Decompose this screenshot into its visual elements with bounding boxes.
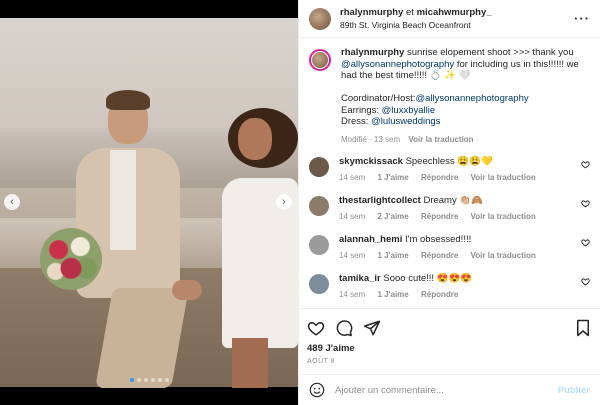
coordinator-label: Coordinator/Host: xyxy=(341,93,416,104)
chevron-left-icon[interactable]: ‹ xyxy=(4,194,20,210)
comment-age: 14 sem xyxy=(339,173,366,182)
comment-row: alannah_hemi I'm obsessed!!!! 14 sem 1 J… xyxy=(309,234,590,262)
comment-translate-link[interactable]: Voir la traduction xyxy=(471,212,536,221)
avatar[interactable] xyxy=(309,49,331,71)
likes-count[interactable]: 489 J'aime xyxy=(307,343,592,354)
comment-row: tamika_ir Sooo cute!!! 😍😍😍 14 sem 1 J'ai… xyxy=(309,273,590,301)
carousel-dot xyxy=(157,378,162,382)
reply-link[interactable]: Répondre xyxy=(421,173,458,182)
share-icon[interactable] xyxy=(363,319,381,337)
comment-likes[interactable]: 1 J'aime xyxy=(377,290,408,299)
comment-username[interactable]: skymckissack xyxy=(339,156,403,167)
action-bar: 489 J'aime AOÛT 8 xyxy=(299,308,600,365)
avatar[interactable] xyxy=(309,274,329,294)
chevron-right-icon[interactable]: › xyxy=(276,194,292,210)
post-side-panel: rhalynmurphy et micahwmurphy_ 89th St. V… xyxy=(298,0,600,405)
comment-username[interactable]: thestarlightcollect xyxy=(339,195,421,206)
comment-likes[interactable]: 2 J'aime xyxy=(377,212,408,221)
comment-age: 14 sem xyxy=(339,212,366,221)
reply-link[interactable]: Répondre xyxy=(421,290,458,299)
groom-hair xyxy=(106,90,150,110)
heart-icon[interactable] xyxy=(307,319,325,337)
bookmark-icon[interactable] xyxy=(574,319,592,337)
reply-link[interactable]: Répondre xyxy=(421,212,458,221)
heart-icon[interactable] xyxy=(581,277,590,286)
caption-username[interactable]: rhalynmurphy xyxy=(341,47,404,58)
avatar[interactable] xyxy=(309,235,329,255)
earrings-label: Earrings: xyxy=(341,104,380,116)
caption-mention[interactable]: @allysonannephotography xyxy=(341,59,454,70)
comment-icon[interactable] xyxy=(335,319,353,337)
dress-mention[interactable]: @lulusweddings xyxy=(371,116,440,127)
carousel-dot xyxy=(129,378,134,382)
add-comment-bar: Publier xyxy=(299,374,600,405)
comment-likes[interactable]: 1 J'aime xyxy=(377,173,408,182)
header-usernames: rhalynmurphy et micahwmurphy_ xyxy=(340,6,492,19)
bouquet xyxy=(40,228,102,290)
comment-age: 14 sem xyxy=(339,251,366,260)
earrings-mention[interactable]: @luxxbyallie xyxy=(382,105,435,116)
more-horizontal-icon[interactable]: ··· xyxy=(574,11,590,26)
publish-button[interactable]: Publier xyxy=(558,385,590,396)
header-user2[interactable]: micahwmurphy_ xyxy=(417,7,492,18)
heart-icon[interactable] xyxy=(581,199,590,208)
comment-input[interactable] xyxy=(335,384,558,396)
comment-text: I'm obsessed!!!! xyxy=(405,234,472,245)
groom-shirt xyxy=(110,150,136,250)
post-photo[interactable] xyxy=(0,18,298,388)
comment-row: skymckissack Speechless 😩😩💛 14 sem 1 J'a… xyxy=(309,156,590,184)
comment-username[interactable]: tamika_ir xyxy=(339,273,381,284)
comment-translate-link[interactable]: Voir la traduction xyxy=(471,173,536,182)
bride-face xyxy=(238,118,272,160)
heart-icon[interactable] xyxy=(581,160,590,169)
carousel-dot xyxy=(164,378,169,382)
reply-link[interactable]: Répondre xyxy=(421,251,458,260)
caption-translate-link[interactable]: Voir la traduction xyxy=(408,135,473,144)
carousel-dots xyxy=(0,378,298,382)
carousel-dot xyxy=(136,378,141,382)
comment-row: thestarlightcollect Dreamy 👏🏼🙈 14 sem 2 … xyxy=(309,195,590,223)
avatar[interactable] xyxy=(309,157,329,177)
holding-hands xyxy=(172,280,202,300)
comment-age: 14 sem xyxy=(339,290,366,299)
header-joiner: et xyxy=(406,6,414,18)
caption-modified: Modifié · 13 sem xyxy=(341,134,401,144)
post-date: AOÛT 8 xyxy=(307,358,336,365)
comment-text: Sooo cute!!! 😍😍😍 xyxy=(383,273,473,284)
caption-text-1: sunrise elopement shoot >>> thank you xyxy=(407,47,574,58)
carousel-dot xyxy=(143,378,148,382)
comment-text: Dreamy 👏🏼🙈 xyxy=(423,195,484,206)
post-photo-pane: ‹ › xyxy=(0,0,298,405)
comment-translate-link[interactable]: Voir la traduction xyxy=(471,251,536,260)
coordinator-mention[interactable]: @allysonannephotography xyxy=(415,93,528,104)
carousel-dot xyxy=(150,378,155,382)
caption: rhalynmurphy sunrise elopement shoot >>>… xyxy=(309,47,590,145)
post-header: rhalynmurphy et micahwmurphy_ 89th St. V… xyxy=(299,0,600,38)
avatar[interactable] xyxy=(309,7,331,30)
header-user1[interactable]: rhalynmurphy xyxy=(340,7,403,18)
avatar[interactable] xyxy=(309,196,329,216)
location-link[interactable]: 89th St. Virginia Beach Oceanfront xyxy=(340,19,492,32)
dress-label: Dress: xyxy=(341,116,369,127)
comments-scroll-area[interactable]: rhalynmurphy sunrise elopement shoot >>>… xyxy=(299,39,600,305)
comment-likes[interactable]: 1 J'aime xyxy=(377,251,408,260)
emoji-icon[interactable] xyxy=(309,382,325,398)
comment-username[interactable]: alannah_hemi xyxy=(339,234,402,245)
comment-text: Speechless 😩😩💛 xyxy=(405,156,493,167)
heart-icon[interactable] xyxy=(581,238,590,247)
